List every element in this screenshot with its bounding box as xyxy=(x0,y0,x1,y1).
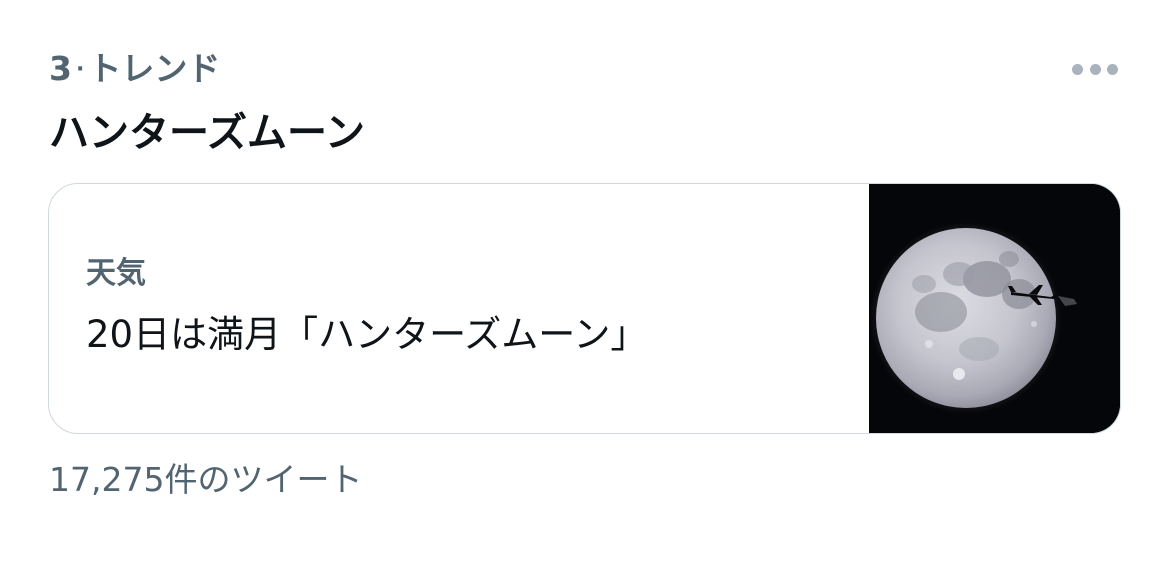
full-moon-icon xyxy=(869,184,1120,433)
trend-context: トレンド xyxy=(88,49,221,88)
trend-news-card[interactable]: 天気 20日は満月「ハンターズムーン」 xyxy=(48,183,1121,434)
card-text: 天気 20日は満月「ハンターズムーン」 xyxy=(86,254,647,360)
more-options-button[interactable] xyxy=(1072,62,1118,76)
ellipsis-icon xyxy=(1089,63,1101,75)
trend-rank: 3 xyxy=(49,49,72,88)
trend-title[interactable]: ハンターズムーン xyxy=(49,108,365,158)
trend-item[interactable]: 3 · トレンド ハンターズムーン 天気 20日は満月「ハンターズムーン」 17… xyxy=(0,0,1170,575)
ellipsis-icon xyxy=(1072,63,1083,75)
ellipsis-icon xyxy=(1107,63,1118,75)
tweet-count: 17,275件のツイート xyxy=(49,460,363,499)
card-thumbnail xyxy=(869,184,1120,433)
trend-meta: 3 · トレンド xyxy=(49,48,220,91)
card-category: 天気 xyxy=(86,256,146,291)
card-headline: 20日は満月「ハンターズムーン」 xyxy=(86,313,648,356)
trend-separator: · xyxy=(75,57,85,82)
